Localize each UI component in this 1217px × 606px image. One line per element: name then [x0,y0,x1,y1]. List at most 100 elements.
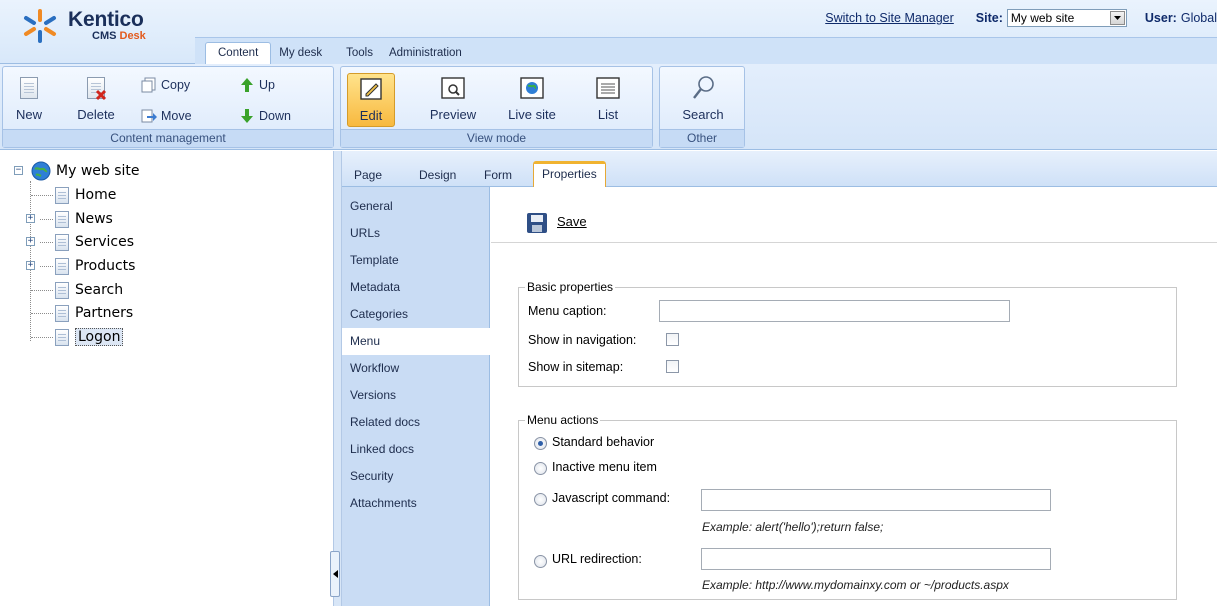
view-mode-group: Edit Preview Live site List View mode [340,66,653,148]
content-tree: − My web site Home + News + Services + P… [0,151,334,606]
save-button[interactable]: Save [557,214,587,229]
document-icon [55,328,69,346]
delete-label: Delete [77,107,115,122]
url-redirection-input[interactable] [701,548,1051,570]
collapse-pane-toggle[interactable] [330,551,340,597]
edit-button[interactable]: Edit [347,73,395,127]
site-select-value: My web site [1010,11,1075,25]
document-icon [55,233,69,251]
down-button[interactable]: Down [239,107,291,125]
list-icon [595,75,621,103]
property-tab-urls[interactable]: URLs [342,220,490,247]
site-label: Site: [975,11,1003,25]
up-button[interactable]: Up [239,76,275,94]
globe-icon [31,161,51,181]
url-redirection-radio[interactable] [534,555,547,568]
tree-root-my-web-site[interactable]: My web site [30,161,140,181]
expand-icon[interactable]: + [26,261,35,270]
tab-administration[interactable]: Administration [381,43,470,64]
tab-design[interactable]: Design [419,168,456,182]
tree-item-search[interactable]: Search [55,280,123,300]
live-site-label: Live site [508,107,556,122]
move-button[interactable]: Move [141,107,192,125]
copy-label: Copy [161,78,191,92]
tree-item-news[interactable]: News [55,209,113,229]
pane-splitter[interactable] [330,151,342,606]
property-tab-categories[interactable]: Categories [342,301,490,328]
tab-page[interactable]: Page [354,168,382,182]
tree-connector [40,242,53,243]
property-tab-metadata[interactable]: Metadata [342,274,490,301]
property-tab-menu[interactable]: Menu [342,328,491,355]
tab-properties[interactable]: Properties [533,161,606,187]
tree-item-services[interactable]: Services [55,232,134,252]
preview-button[interactable]: Preview [425,75,481,127]
kentico-logo[interactable]: Kentico CMS Desk [10,4,190,44]
inactive-menu-item-label: Inactive menu item [552,460,657,474]
kentico-logo-icon [24,9,56,43]
document-icon [55,281,69,299]
save-icon[interactable] [527,213,547,233]
main-tabs: Content My desk Tools Administration [205,38,470,65]
property-tab-linked-docs[interactable]: Linked docs [342,436,490,463]
expand-icon[interactable]: + [26,237,35,246]
product-prefix: CMS [92,30,120,42]
preview-icon [440,75,466,103]
move-icon [141,108,157,124]
document-icon [55,210,69,228]
chevron-left-icon [332,570,338,578]
menu-actions-legend: Menu actions [527,413,599,427]
document-icon [55,257,69,275]
tree-connector [40,219,53,220]
javascript-command-input[interactable] [701,489,1051,511]
javascript-command-radio[interactable] [534,493,547,506]
tab-tools[interactable]: Tools [338,43,381,64]
property-tab-attachments[interactable]: Attachments [342,490,490,517]
live-site-button[interactable]: Live site [501,75,563,127]
tree-item-label: Products [75,258,136,274]
property-tab-general[interactable]: General [342,193,490,220]
top-bar: Switch to Site Manager Site: My web site… [825,8,1217,28]
new-button[interactable]: New [11,75,47,127]
show-in-navigation-checkbox[interactable] [666,333,679,346]
search-button[interactable]: Search [674,75,732,127]
edit-label: Edit [359,108,383,123]
list-button[interactable]: List [585,75,631,127]
tree-root-label: My web site [56,163,140,179]
collapse-icon[interactable]: − [14,166,23,175]
tree-item-partners[interactable]: Partners [55,303,133,323]
tab-my-desk[interactable]: My desk [271,43,330,64]
tree-item-logon[interactable]: Logon [55,327,124,347]
tab-form[interactable]: Form [484,168,512,182]
property-tab-security[interactable]: Security [342,463,490,490]
property-tab-template[interactable]: Template [342,247,490,274]
arrow-down-icon [239,108,255,124]
copy-button[interactable]: Copy [141,76,190,94]
menu-caption-input[interactable] [659,300,1010,322]
search-label: Search [682,107,724,122]
switch-to-site-manager-link[interactable]: Switch to Site Manager [825,11,954,25]
property-tab-versions[interactable]: Versions [342,382,490,409]
show-in-sitemap-checkbox[interactable] [666,360,679,373]
ribbon-toolbar: New Delete Copy Move Up Down Content man… [0,64,1217,150]
content-management-group: New Delete Copy Move Up Down Content man… [2,66,334,148]
preview-label: Preview [429,107,477,122]
expand-icon[interactable]: + [26,214,35,223]
up-label: Up [259,78,275,92]
property-tab-workflow[interactable]: Workflow [342,355,490,382]
property-tab-related-docs[interactable]: Related docs [342,409,490,436]
delete-button[interactable]: Delete [71,75,121,127]
user-name: Global [1180,11,1217,25]
inactive-menu-item-radio[interactable] [534,462,547,475]
standard-behavior-radio[interactable] [534,437,547,450]
tree-item-home[interactable]: Home [55,185,116,205]
tree-connector [31,195,53,196]
move-label: Move [161,109,192,123]
list-label: List [597,107,619,122]
tree-item-products[interactable]: Products [55,256,135,276]
tab-content[interactable]: Content [205,42,272,65]
chevron-down-icon[interactable] [1109,11,1125,25]
basic-properties-legend: Basic properties [527,280,614,294]
site-select[interactable]: My web site [1006,9,1127,27]
search-icon [690,75,716,103]
